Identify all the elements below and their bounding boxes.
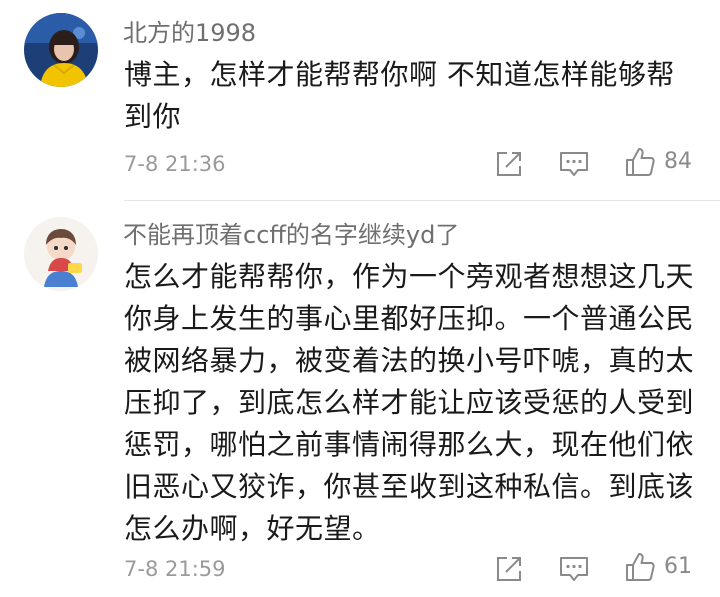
like-count: 61: [664, 554, 692, 579]
avatar-image: [24, 13, 98, 87]
username[interactable]: 北方的1998: [123, 16, 256, 50]
avatar[interactable]: [24, 217, 98, 291]
timestamp: 7-8 21:36: [124, 152, 226, 176]
reply-icon: [560, 152, 588, 176]
thumbs-up-icon: [626, 148, 655, 176]
comment-text: 博主，怎样才能帮帮你啊 不知道怎样能够帮到你: [124, 58, 675, 133]
comment-text: 怎么才能帮帮你，作为一个旁观者想想这几天你身上发生的事心里都好压抑。一个普通公民…: [124, 260, 695, 545]
share-icon: [497, 152, 521, 176]
avatar[interactable]: [24, 13, 98, 87]
share-button[interactable]: [494, 554, 524, 584]
thumbs-up-icon: [626, 553, 655, 581]
comment-item: 北方的1998 博主，怎样才能帮帮你啊 不知道怎样能够帮到你 7-8 21:36…: [0, 0, 720, 200]
share-button[interactable]: [494, 149, 524, 179]
like-button[interactable]: 84: [624, 146, 692, 178]
like-button[interactable]: 61: [624, 551, 692, 583]
username[interactable]: 不能再顶着ccff的名字继续yd了: [123, 218, 459, 252]
like-count: 84: [664, 149, 692, 174]
comment-item: 不能再顶着ccff的名字继续yd了 怎么才能帮帮你，作为一个旁观者想想这几天你身…: [0, 200, 720, 597]
avatar-image: [24, 217, 98, 291]
reply-button[interactable]: [558, 554, 590, 584]
share-icon: [497, 557, 521, 581]
reply-button[interactable]: [558, 149, 590, 179]
timestamp: 7-8 21:59: [124, 557, 226, 581]
reply-icon: [560, 557, 588, 581]
